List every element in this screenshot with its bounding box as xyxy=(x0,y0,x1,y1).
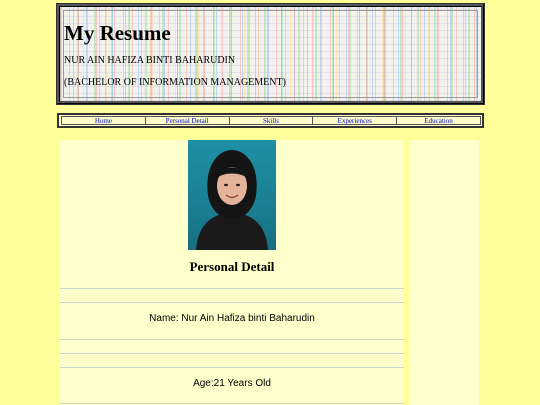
divider xyxy=(60,353,404,354)
divider xyxy=(60,288,404,289)
divider xyxy=(60,403,404,404)
sidebar-panel xyxy=(409,140,479,405)
page-title: My Resume xyxy=(64,21,171,45)
nav-link-personal-detail[interactable]: Personal Detail xyxy=(144,116,230,125)
nav-bar: Home Personal Detail Skills Experiences … xyxy=(57,113,484,128)
section-title-personal-detail: Personal Detail xyxy=(189,259,275,274)
nav-link-skills[interactable]: Skills xyxy=(228,116,314,125)
resume-header: My Resume NUR AIN HAFIZA BINTI BAHARUDIN… xyxy=(56,3,485,105)
divider xyxy=(60,367,404,368)
main-content: Personal Detail Name: Nur Ain Hafiza bin… xyxy=(60,140,404,405)
header-degree: (BACHELOR OF INFORMATION MANAGEMENT) xyxy=(64,77,286,88)
nav-link-home[interactable]: Home xyxy=(61,116,146,125)
detail-age: Age:21 Years Old xyxy=(193,378,271,389)
header-full-name: NUR AIN HAFIZA BINTI BAHARUDIN xyxy=(64,55,236,66)
nav-link-education[interactable]: Education xyxy=(396,116,481,125)
divider xyxy=(60,339,404,340)
detail-name: Name: Nur Ain Hafiza binti Baharudin xyxy=(149,313,315,324)
profile-photo xyxy=(188,140,276,250)
divider xyxy=(60,302,404,303)
nav-link-experiences[interactable]: Experiences xyxy=(312,116,398,125)
profile-photo-illustration xyxy=(196,150,268,250)
